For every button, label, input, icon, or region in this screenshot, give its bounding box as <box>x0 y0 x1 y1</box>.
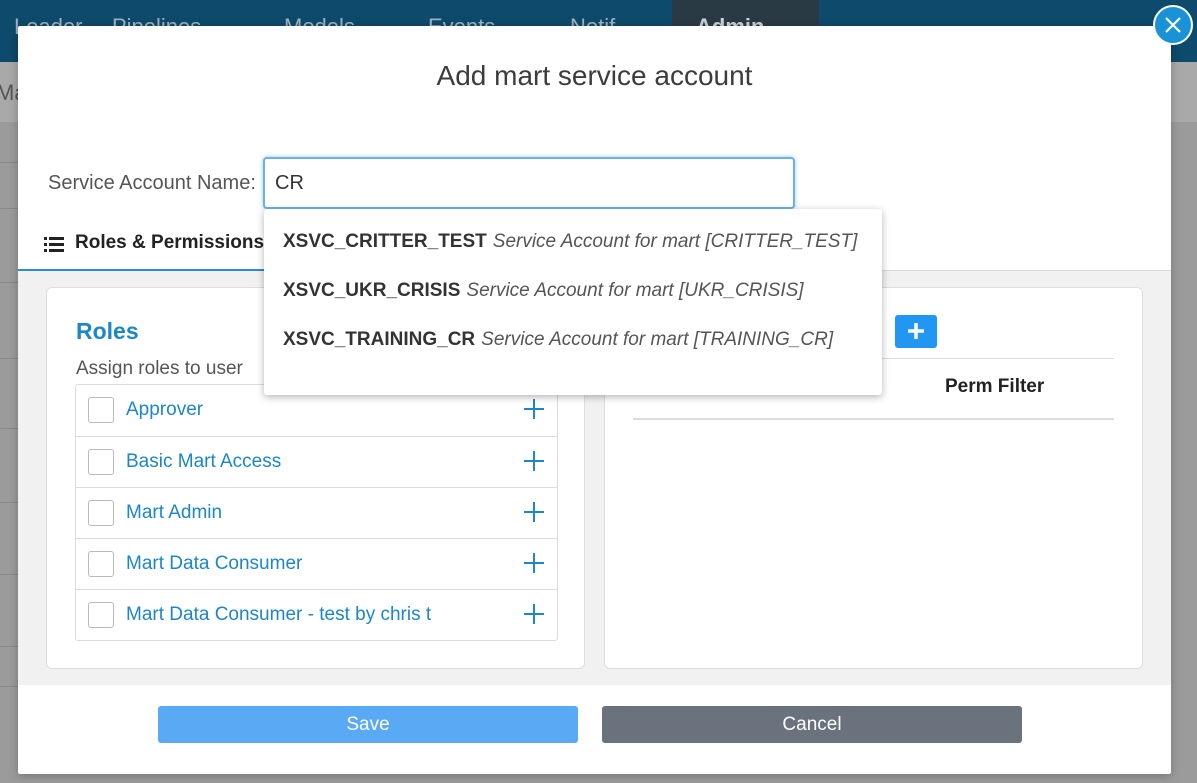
tab-roles-permissions-label: Roles & Permissions <box>75 232 265 253</box>
role-checkbox[interactable] <box>88 551 114 577</box>
divider <box>633 418 1114 420</box>
plus-icon[interactable] <box>522 602 546 631</box>
roles-subtitle: Assign roles to user <box>76 358 243 379</box>
close-button[interactable] <box>1153 5 1193 45</box>
role-list: Approver Basic Mart Access Mart Admin Ma… <box>75 384 558 641</box>
close-icon <box>1165 17 1181 33</box>
role-label[interactable]: Basic Mart Access <box>126 451 281 473</box>
autocomplete-dropdown: XSVC_CRITTER_TEST Service Account for mar… <box>264 209 882 395</box>
suggestion-code: XSVC_CRITTER_TEST <box>283 231 487 252</box>
roles-title: Roles <box>76 318 139 344</box>
list-item: Basic Mart Access <box>76 436 557 487</box>
list-item: Mart Admin <box>76 487 557 538</box>
list-icon <box>44 236 64 258</box>
role-label[interactable]: Mart Admin <box>126 502 222 524</box>
tab-roles-permissions[interactable]: Roles & Permissions <box>18 221 268 271</box>
role-label[interactable]: Mart Data Consumer - test by chris t <box>126 604 431 626</box>
role-label[interactable]: Mart Data Consumer <box>126 553 302 575</box>
role-checkbox[interactable] <box>88 449 114 475</box>
add-permission-button[interactable] <box>895 315 937 348</box>
role-checkbox[interactable] <box>88 602 114 628</box>
suggestion-code: XSVC_TRAINING_CR <box>283 329 476 350</box>
suggestion-description: Service Account for mart [TRAINING_CR] <box>481 329 834 350</box>
service-account-name-label: Service Account Name: <box>48 172 256 194</box>
plus-icon[interactable] <box>522 449 546 478</box>
plus-icon[interactable] <box>522 500 546 529</box>
dialog-title: Add mart service account <box>436 60 753 91</box>
list-item: Mart Data Consumer <box>76 538 557 589</box>
save-button[interactable]: Save <box>158 706 578 743</box>
role-label[interactable]: Approver <box>126 399 203 421</box>
add-service-account-dialog: Add mart service account Service Account… <box>18 26 1171 774</box>
suggestion-item[interactable]: XSVC_UKR_CRISIS Service Account for mart … <box>283 280 804 302</box>
plus-icon[interactable] <box>522 551 546 580</box>
role-checkbox[interactable] <box>88 397 114 423</box>
suggestion-description: Service Account for mart [CRITTER_TEST] <box>492 231 858 252</box>
role-checkbox[interactable] <box>88 500 114 526</box>
suggestion-item[interactable]: XSVC_CRITTER_TEST Service Account for mar… <box>283 231 857 253</box>
perm-filter-header: Perm Filter <box>945 376 1045 397</box>
plus-icon <box>908 323 924 339</box>
plus-icon[interactable] <box>522 397 546 426</box>
suggestion-code: XSVC_UKR_CRISIS <box>283 280 461 301</box>
list-item: Mart Data Consumer - test by chris t <box>76 589 557 640</box>
service-account-name-input[interactable] <box>263 157 795 209</box>
suggestion-description: Service Account for mart [UKR_CRISIS] <box>466 280 804 301</box>
suggestion-item[interactable]: XSVC_TRAINING_CR Service Account for mart… <box>283 329 833 351</box>
cancel-button[interactable]: Cancel <box>602 706 1022 743</box>
